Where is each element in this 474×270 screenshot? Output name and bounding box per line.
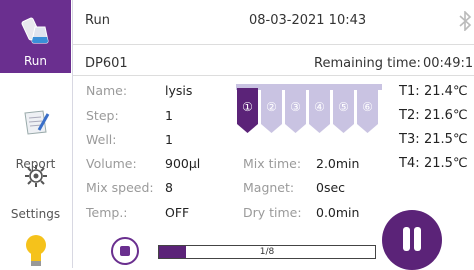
step-value: 1: [165, 108, 173, 123]
well-label-1: ①: [242, 100, 253, 114]
volume-label: Volume:: [86, 156, 137, 171]
run-progress-bar: 1/8: [158, 245, 376, 259]
pause-button[interactable]: [382, 210, 442, 270]
mix-time-label: Mix time:: [243, 156, 302, 171]
well-label-4: ④: [314, 100, 325, 114]
well-label-2: ②: [266, 100, 277, 114]
t3-value: 21.5℃: [424, 132, 468, 147]
sidebar-item-run[interactable]: Run: [0, 0, 71, 73]
volume-value: 900µl: [165, 156, 201, 171]
well-label: Well:: [86, 132, 117, 147]
name-value: lysis: [165, 83, 193, 98]
sidebar: Run Report Settings: [0, 0, 73, 268]
stop-button[interactable]: [111, 237, 139, 265]
sidebar-item-tips[interactable]: [0, 232, 71, 268]
well-value: 1: [165, 132, 173, 147]
temp-label: Temp.:: [86, 205, 128, 220]
well-strip: ①②③④⑤⑥: [236, 84, 382, 133]
remaining-time-value: 00:49:17: [423, 56, 474, 71]
mix-speed-label: Mix speed:: [86, 180, 154, 195]
step-label: Step:: [86, 108, 119, 123]
temp-value: OFF: [165, 205, 190, 220]
well-label-3: ③: [290, 100, 301, 114]
lightbulb-icon: [26, 235, 46, 266]
mix-time-value: 2.0min: [316, 156, 360, 171]
gear-icon: [25, 165, 47, 187]
sidebar-item-settings[interactable]: Settings: [0, 150, 71, 221]
t2-label: T2:: [399, 108, 420, 123]
magnet-value: 0sec: [316, 180, 346, 195]
sidebar-item-label: Run: [23, 54, 47, 68]
bluetooth-icon: [459, 11, 472, 31]
t1-label: T1:: [399, 84, 420, 99]
header-bar: Run 08-03-2021 10:43: [73, 0, 474, 45]
t4-label: T4:: [399, 156, 420, 171]
sidebar-item-label: Settings: [10, 207, 61, 221]
t3-label: T3:: [399, 132, 420, 147]
flask-icon: [21, 17, 49, 44]
progress-text: 1/8: [259, 247, 275, 257]
mix-speed-value: 8: [165, 180, 173, 195]
dry-time-label: Dry time:: [243, 205, 302, 220]
t1-value: 21.4℃: [424, 84, 468, 99]
page-title: Run: [85, 13, 110, 28]
name-label: Name:: [86, 83, 128, 98]
report-icon: [24, 110, 50, 135]
pause-icon: [403, 227, 410, 251]
dry-time-value: 0.0min: [316, 205, 360, 220]
magnet-label: Magnet:: [243, 180, 295, 195]
stop-icon: [120, 246, 130, 256]
t4-value: 21.5℃: [424, 156, 468, 171]
datetime-display: 08-03-2021 10:43: [249, 13, 367, 28]
sidebar-item-report[interactable]: Report: [0, 78, 71, 171]
program-name: DP601: [85, 56, 128, 71]
program-row: DP601 Remaining time: 00:49:17: [73, 53, 474, 76]
well-label-5: ⑤: [338, 100, 349, 114]
t2-value: 21.6℃: [424, 108, 468, 123]
well-label-6: ⑥: [362, 100, 373, 114]
remaining-time-label: Remaining time:: [314, 56, 421, 71]
